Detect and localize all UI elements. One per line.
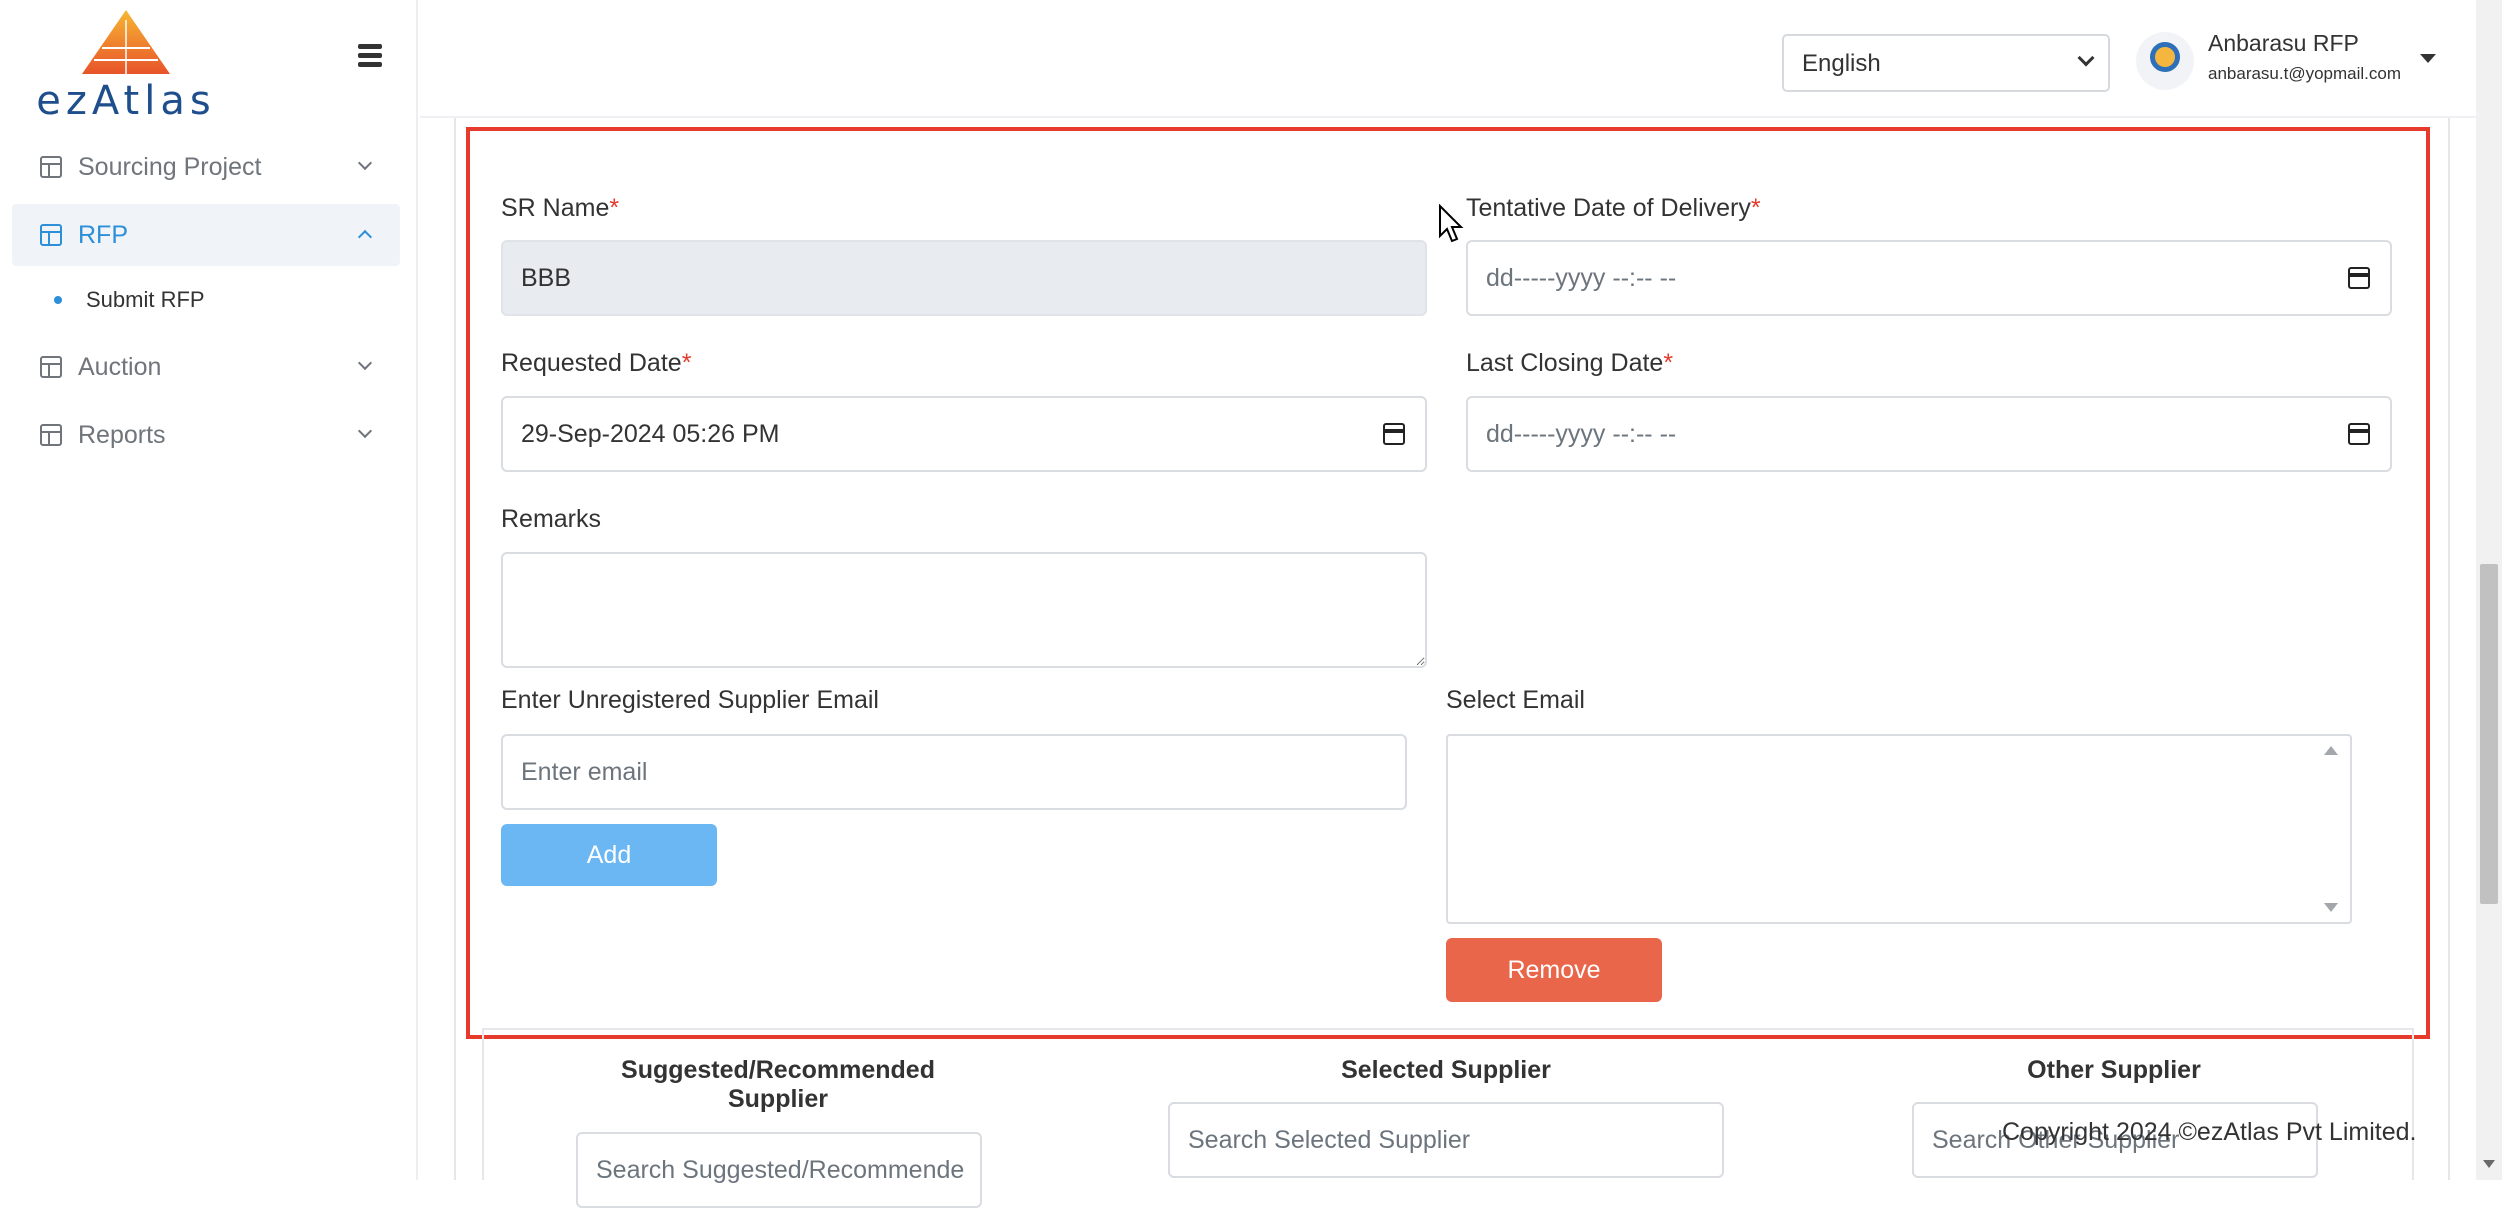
sr-name-label: SR Name* (501, 194, 620, 222)
last-closing-date-placeholder: dd-----yyyy --:-- -- (1486, 419, 1677, 448)
tentative-date-placeholder: dd-----yyyy --:-- -- (1486, 263, 1677, 292)
requested-date-label: Requested Date* (501, 349, 692, 377)
remarks-textarea[interactable] (501, 552, 1427, 668)
requested-date-value: 29-Sep-2024 05:26 PM (521, 419, 780, 448)
last-closing-date-label: Last Closing Date* (1466, 349, 1674, 377)
chevron-down-icon (357, 155, 373, 171)
select-email-label: Select Email (1446, 686, 1585, 714)
logo-text: ezAtlas (36, 78, 216, 124)
chevron-down-icon (357, 355, 373, 371)
tentative-date-input[interactable]: dd-----yyyy --:-- -- (1466, 240, 2392, 316)
menu-toggle-icon[interactable] (352, 40, 388, 72)
scrollbar-thumb[interactable] (2480, 564, 2498, 904)
suggested-supplier-search[interactable]: Search Suggested/Recommende (576, 1132, 982, 1208)
logo-pyramid-icon (82, 10, 170, 74)
language-select[interactable]: English (1782, 34, 2110, 92)
page-scrollbar[interactable] (2476, 0, 2502, 1180)
calendar-icon[interactable] (1383, 423, 1405, 445)
sidebar: ezAtlas Sourcing Project RFP Submit RFP … (0, 0, 418, 1180)
chevron-down-icon (2077, 49, 2095, 67)
ezatlas-logo[interactable]: ezAtlas (34, 8, 218, 124)
sidebar-item-label: Sourcing Project (78, 152, 262, 181)
table-icon (40, 224, 62, 246)
sidebar-item-label: RFP (78, 220, 128, 249)
avatar (2136, 32, 2194, 90)
chevron-down-icon (357, 423, 373, 439)
sidebar-item-label: Reports (78, 420, 166, 449)
table-icon (40, 424, 62, 446)
sidebar-subitem-submit-rfp[interactable]: Submit RFP (12, 272, 400, 328)
unregistered-email-input[interactable]: Enter email (501, 734, 1407, 810)
selected-supplier-search[interactable]: Search Selected Supplier (1168, 1102, 1724, 1178)
sr-name-input[interactable]: BBB (501, 240, 1427, 316)
user-menu[interactable]: Anbarasu RFP anbarasu.t@yopmail.com (2134, 28, 2454, 94)
sidebar-item-rfp[interactable]: RFP (12, 204, 400, 266)
calendar-icon[interactable] (2348, 423, 2370, 445)
user-email: anbarasu.t@yopmail.com (2208, 64, 2402, 83)
copyright-text: Copyright 2024 ©ezAtlas Pvt Limited. (2002, 1118, 2417, 1146)
sidebar-subitem-label: Submit RFP (86, 287, 205, 312)
mouse-cursor-icon (1439, 204, 1464, 243)
tentative-date-label: Tentative Date of Delivery* (1466, 194, 1761, 222)
table-icon (40, 156, 62, 178)
other-supplier-title: Other Supplier (2027, 1056, 2201, 1084)
last-closing-date-input[interactable]: dd-----yyyy --:-- -- (1466, 396, 2392, 472)
language-select-value: English (1802, 50, 1881, 77)
table-icon (40, 356, 62, 378)
unregistered-email-label: Enter Unregistered Supplier Email (501, 686, 879, 714)
scroll-up-icon[interactable] (2324, 746, 2338, 755)
suggested-supplier-search-placeholder: Search Suggested/Recommende (596, 1155, 965, 1184)
select-email-listbox[interactable] (1446, 734, 2352, 924)
bullet-icon (54, 296, 62, 304)
sidebar-item-auction[interactable]: Auction (12, 336, 400, 398)
chevron-up-icon (357, 229, 373, 245)
remove-email-button[interactable]: Remove (1446, 938, 1662, 1002)
user-name: Anbarasu RFP (2208, 30, 2359, 56)
sidebar-item-reports[interactable]: Reports (12, 404, 400, 466)
sr-name-value: BBB (521, 263, 572, 292)
remarks-label: Remarks (501, 505, 602, 533)
add-email-button[interactable]: Add (501, 824, 717, 886)
caret-down-icon[interactable] (2420, 54, 2436, 63)
selected-supplier-search-placeholder: Search Selected Supplier (1188, 1125, 1471, 1154)
requested-date-input[interactable]: 29-Sep-2024 05:26 PM (501, 396, 1427, 472)
scroll-down-arrow-icon[interactable] (2483, 1160, 2495, 1168)
suggested-supplier-title: Suggested/Recommended Supplier (621, 1056, 935, 1113)
unregistered-email-placeholder: Enter email (521, 757, 648, 786)
scroll-down-icon[interactable] (2324, 903, 2338, 912)
selected-supplier-title: Selected Supplier (1341, 1056, 1551, 1084)
calendar-icon[interactable] (2348, 267, 2370, 289)
sidebar-item-sourcing-project[interactable]: Sourcing Project (12, 136, 400, 198)
sidebar-item-label: Auction (78, 352, 162, 381)
sidebar-nav: Sourcing Project RFP Submit RFP Auction … (12, 136, 400, 472)
